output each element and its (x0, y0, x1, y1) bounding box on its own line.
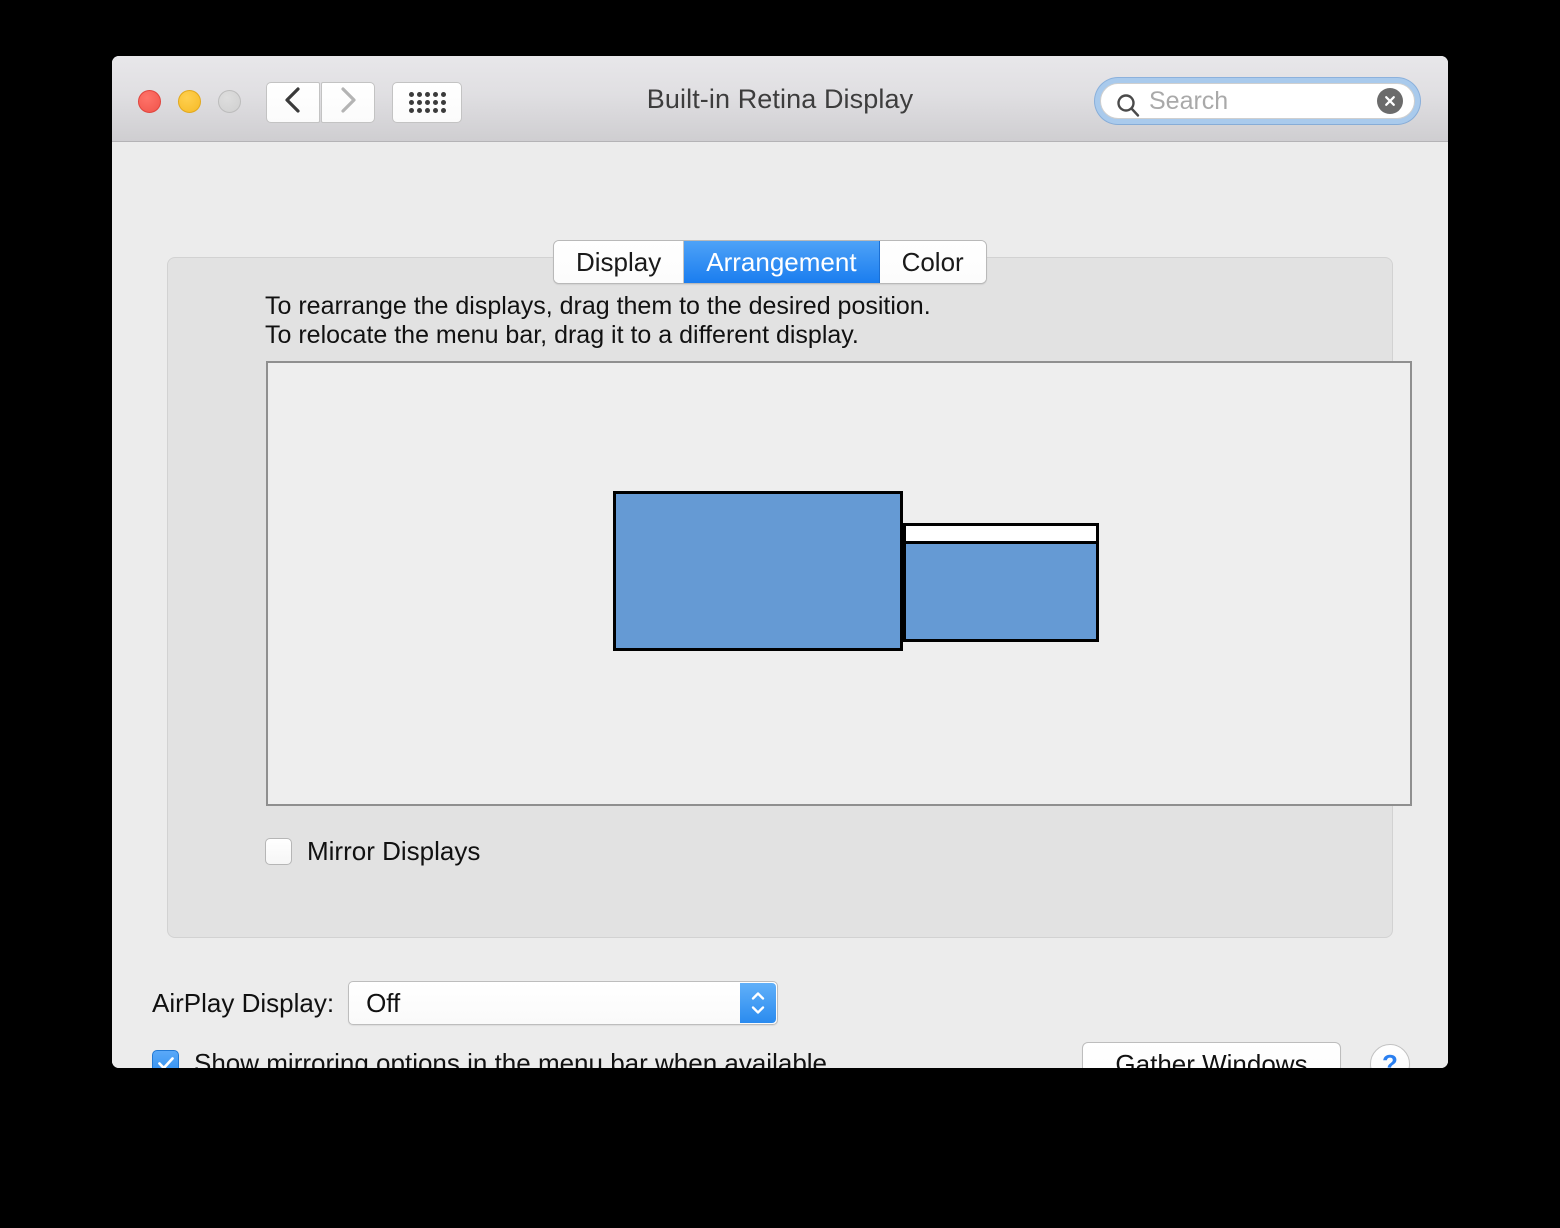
search-icon (1115, 92, 1141, 123)
screen: Built-in Retina Display Search Display A… (0, 0, 1560, 1228)
tab-arrangement[interactable]: Arrangement (684, 241, 880, 283)
mirror-displays-checkbox[interactable] (265, 838, 292, 865)
tab-color[interactable]: Color (879, 241, 986, 283)
window-titlebar: Built-in Retina Display Search (112, 56, 1448, 142)
chevron-updown-icon[interactable] (740, 983, 777, 1023)
show-mirroring-checkbox[interactable] (152, 1050, 179, 1068)
clear-circle-icon[interactable] (1377, 88, 1403, 114)
airplay-display-row: AirPlay Display: Off (152, 981, 779, 1025)
tab-display[interactable]: Display (554, 241, 685, 283)
help-button[interactable]: ? (1370, 1044, 1410, 1068)
show-mirroring-label: Show mirroring options in the menu bar w… (194, 1048, 828, 1068)
search-input[interactable]: Search (1100, 83, 1415, 119)
search-field-focus-ring: Search (1095, 78, 1420, 124)
mirror-displays-row[interactable]: Mirror Displays (265, 836, 480, 867)
menu-bar-strip[interactable] (906, 526, 1096, 544)
airplay-display-value: Off (366, 987, 401, 1018)
display-arrangement-canvas[interactable] (266, 361, 1412, 806)
airplay-display-select[interactable]: Off (348, 981, 779, 1025)
secondary-display[interactable] (903, 523, 1099, 642)
tab-bar: Display Arrangement Color (553, 240, 987, 284)
mirror-displays-label: Mirror Displays (307, 836, 481, 866)
search-placeholder: Search (1149, 86, 1229, 115)
arrangement-instructions: To rearrange the displays, drag them to … (265, 292, 931, 349)
gather-windows-button[interactable]: Gather Windows (1082, 1042, 1341, 1068)
airplay-display-label: AirPlay Display: (152, 987, 335, 1018)
primary-display[interactable] (613, 491, 903, 651)
show-mirroring-row[interactable]: Show mirroring options in the menu bar w… (152, 1048, 827, 1068)
system-preferences-window: Built-in Retina Display Search Display A… (112, 56, 1448, 1068)
window-content: Display Arrangement Color To rearrange t… (112, 142, 1448, 1068)
checkmark-icon (157, 1057, 174, 1068)
